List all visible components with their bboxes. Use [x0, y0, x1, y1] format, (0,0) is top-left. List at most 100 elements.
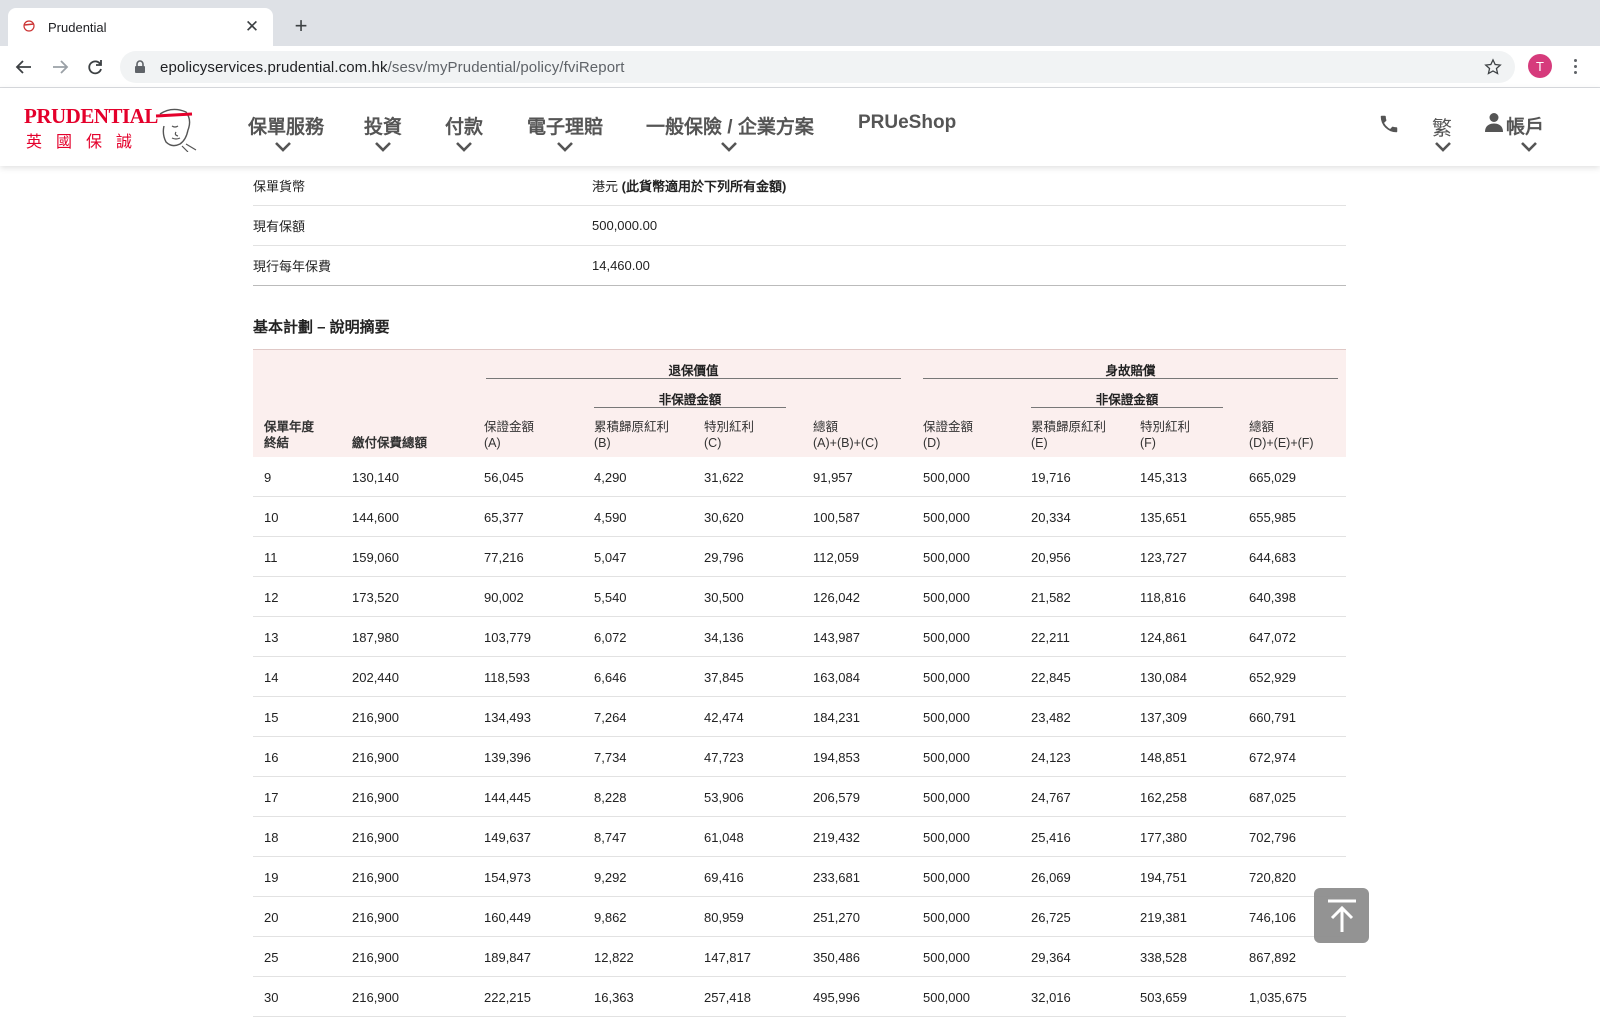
cell-policy-year: 17	[264, 790, 279, 805]
chevron-down-icon[interactable]	[720, 141, 738, 153]
subgroup-divider	[594, 407, 786, 408]
cell-total-premium: 216,900	[352, 750, 399, 765]
browser-tab[interactable]: Prudential ✕	[8, 8, 273, 46]
cell-total-premium: 216,900	[352, 710, 399, 725]
cell-guaranteed-d: 500,000	[923, 710, 970, 725]
chevron-down-icon[interactable]	[374, 141, 392, 153]
col-header-reversionary-b: 累積歸原紅利 (B)	[594, 420, 670, 450]
cell-total-abc: 143,987	[813, 630, 860, 645]
nav-prueshop[interactable]: PRUeShop	[858, 112, 956, 134]
language-switch[interactable]: 繁	[1432, 112, 1452, 141]
cell-total-abc: 206,579	[813, 790, 860, 805]
user-icon[interactable]	[1485, 112, 1505, 134]
cell-special-f: 118,816	[1140, 590, 1187, 605]
nav-investment[interactable]: 投資	[364, 112, 402, 139]
prudential-favicon-icon	[20, 18, 38, 36]
bookmark-star-icon[interactable]	[1483, 57, 1503, 77]
table-row: 14 202,440 118,593 6,646 37,845 163,084 500,00…	[253, 657, 1346, 697]
reload-icon[interactable]	[82, 54, 108, 80]
back-arrow-icon[interactable]	[11, 54, 37, 80]
cell-policy-year: 20	[264, 910, 279, 925]
cell-guaranteed-d: 500,000	[923, 550, 970, 565]
chevron-down-icon[interactable]	[1520, 141, 1538, 153]
cell-total-def: 660,791	[1249, 710, 1296, 725]
cell-total-def: 644,683	[1249, 550, 1296, 565]
profile-avatar[interactable]: T	[1528, 54, 1552, 78]
nav-payment[interactable]: 付款	[445, 112, 483, 139]
cell-reversionary-e: 19,716	[1031, 470, 1071, 485]
cell-special-c: 61,048	[704, 830, 744, 845]
chevron-down-icon[interactable]	[455, 141, 473, 153]
cell-total-abc: 251,270	[813, 910, 860, 925]
cell-total-abc: 163,084	[813, 670, 860, 685]
cell-guaranteed-a: 139,396	[484, 750, 531, 765]
prudential-logo[interactable]: PRUDENTIAL 英國保誠	[24, 104, 197, 152]
cell-special-c: 80,959	[704, 910, 744, 925]
cell-reversionary-e: 20,334	[1031, 510, 1071, 525]
chevron-down-icon[interactable]	[556, 141, 574, 153]
cell-total-abc: 91,957	[813, 470, 853, 485]
cell-reversionary-b: 5,047	[594, 550, 627, 565]
cell-total-premium: 216,900	[352, 910, 399, 925]
chevron-down-icon[interactable]	[274, 141, 292, 153]
sum-insured-row: 現有保額 500,000.00	[253, 206, 1346, 246]
cell-reversionary-e: 20,956	[1031, 550, 1071, 565]
col-header-total-abc: 總額 (A)+(B)+(C)	[813, 420, 879, 450]
cell-special-f: 130,084	[1140, 670, 1187, 685]
cell-total-abc: 112,059	[813, 550, 860, 565]
browser-menu-icon[interactable]	[1565, 54, 1585, 78]
cell-special-f: 123,727	[1140, 550, 1187, 565]
tab-close-icon[interactable]: ✕	[243, 17, 261, 37]
info-label: 現行每年保費	[253, 259, 332, 274]
browser-tabstrip: Prudential ✕ +	[0, 0, 1600, 46]
cell-guaranteed-a: 134,493	[484, 710, 531, 725]
back-to-top-button[interactable]	[1314, 888, 1369, 943]
cell-total-premium: 216,900	[352, 790, 399, 805]
cell-total-abc: 350,486	[813, 950, 860, 965]
table-row: 19 216,900 154,973 9,292 69,416 233,681 500,00…	[253, 857, 1346, 897]
nav-policy-services[interactable]: 保單服務	[248, 112, 324, 139]
cell-policy-year: 16	[264, 750, 279, 765]
new-tab-icon[interactable]: +	[288, 13, 314, 39]
cell-special-c: 37,845	[704, 670, 744, 685]
cell-special-f: 177,380	[1140, 830, 1187, 845]
cell-guaranteed-a: 103,779	[484, 630, 531, 645]
cell-guaranteed-a: 65,377	[484, 510, 524, 525]
cell-guaranteed-a: 160,449	[484, 910, 531, 925]
cell-guaranteed-a: 144,445	[484, 790, 531, 805]
cell-reversionary-e: 32,016	[1031, 990, 1071, 1005]
cell-guaranteed-a: 90,002	[484, 590, 524, 605]
cell-total-def: 746,106	[1249, 910, 1296, 925]
cell-total-def: 687,025	[1249, 790, 1296, 805]
cell-policy-year: 10	[264, 510, 279, 525]
cell-policy-year: 9	[264, 470, 272, 485]
cell-total-abc: 495,996	[813, 990, 860, 1005]
group-death-benefit: 身故賠償	[1105, 364, 1156, 378]
cell-special-c: 34,136	[704, 630, 744, 645]
cell-special-f: 503,659	[1140, 990, 1187, 1005]
address-bar[interactable]: epolicyservices.prudential.com.hk/sesv/m…	[120, 51, 1515, 83]
cell-reversionary-e: 22,211	[1031, 630, 1070, 645]
group-divider	[486, 378, 901, 379]
cell-guaranteed-a: 56,045	[484, 470, 524, 485]
lock-icon[interactable]	[134, 59, 150, 75]
account-menu[interactable]: 帳戶	[1506, 112, 1544, 139]
cell-special-f: 145,313	[1140, 470, 1187, 485]
col-header-guaranteed-a: 保證金額 (A)	[484, 420, 535, 450]
info-value: 14,460.00	[592, 258, 650, 273]
cell-reversionary-b: 8,228	[594, 790, 627, 805]
col-header-special-f: 特別紅利 (F)	[1140, 420, 1191, 450]
chevron-down-icon[interactable]	[1434, 141, 1452, 153]
forward-arrow-icon[interactable]	[47, 54, 73, 80]
cell-total-premium: 216,900	[352, 990, 399, 1005]
cell-total-premium: 159,060	[352, 550, 399, 565]
cell-total-def: 867,892	[1249, 950, 1296, 965]
cell-reversionary-e: 23,482	[1031, 710, 1071, 725]
nav-general-insurance[interactable]: 一般保險 / 企業方案	[646, 112, 814, 139]
cell-reversionary-b: 7,264	[594, 710, 627, 725]
cell-guaranteed-a: 77,216	[484, 550, 524, 565]
cell-special-c: 42,474	[704, 710, 744, 725]
cell-reversionary-e: 26,725	[1031, 910, 1071, 925]
nav-e-claims[interactable]: 電子理賠	[527, 112, 603, 139]
cell-reversionary-b: 7,734	[594, 750, 627, 765]
